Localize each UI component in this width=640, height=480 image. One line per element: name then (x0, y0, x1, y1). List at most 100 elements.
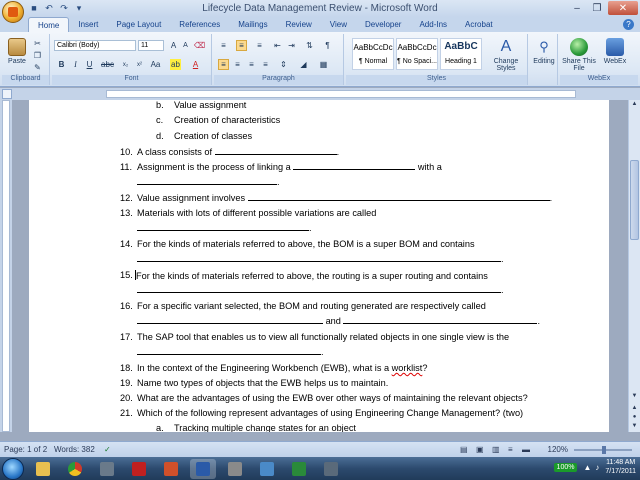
next-page-icon[interactable]: ▼ (630, 423, 639, 432)
web-layout-icon[interactable]: ▥ (492, 445, 500, 454)
item-d-num: d. (156, 131, 164, 141)
strikethrough-icon[interactable]: abc (101, 59, 114, 70)
word-count[interactable]: Words: 382 (54, 445, 95, 454)
print-layout-icon[interactable]: ▤ (460, 445, 468, 454)
align-center-icon[interactable]: ≡ (232, 59, 243, 70)
page-count[interactable]: Page: 1 of 2 (4, 445, 47, 454)
tab-view[interactable]: View (321, 17, 356, 32)
tab-page-layout[interactable]: Page Layout (107, 17, 170, 32)
webex-label: WebEx (560, 75, 638, 85)
scroll-down-icon[interactable]: ▼ (630, 393, 639, 402)
tab-mailings[interactable]: Mailings (229, 17, 276, 32)
bullets-icon[interactable]: ≡ (218, 40, 229, 51)
subscript-icon[interactable]: x₂ (120, 59, 131, 70)
maximize-button[interactable]: ❐ (588, 1, 606, 15)
shading-icon[interactable]: ◢ (298, 59, 309, 70)
vertical-scrollbar[interactable]: ▲ ▼ ▲ ● ▼ (628, 100, 640, 432)
browse-object-icon[interactable]: ● (630, 414, 639, 423)
taskbar-chrome[interactable] (62, 459, 88, 479)
horizontal-ruler[interactable] (0, 88, 640, 100)
full-screen-icon[interactable]: ▣ (476, 445, 484, 454)
align-left-icon[interactable]: ≡ (218, 59, 229, 70)
borders-icon[interactable]: ▦ (318, 59, 329, 70)
q19-text: Name two types of objects that the EWB h… (137, 378, 389, 388)
taskbar-explorer[interactable] (30, 459, 56, 479)
item-d-text: Creation of classes (174, 131, 253, 141)
highlight-icon[interactable]: ab (170, 59, 181, 70)
network-icon[interactable]: ▲ (583, 463, 591, 472)
prev-page-icon[interactable]: ▲ (630, 405, 639, 414)
copy-icon[interactable]: ❐ (32, 50, 43, 61)
scroll-thumb[interactable] (630, 160, 639, 240)
tab-developer[interactable]: Developer (356, 17, 410, 32)
editing-button[interactable]: ⚲ Editing (532, 38, 556, 65)
paste-button[interactable]: Paste (6, 38, 28, 65)
show-marks-icon[interactable]: ¶ (322, 40, 333, 51)
close-button[interactable]: ✕ (608, 1, 638, 15)
numbering-icon[interactable]: ≡ (236, 40, 247, 51)
tab-review[interactable]: Review (277, 17, 321, 32)
format-painter-icon[interactable]: ✎ (32, 62, 43, 73)
volume-icon[interactable]: ♪ (595, 463, 599, 472)
proofing-icon[interactable]: ✓ (104, 445, 111, 454)
taskbar-excel[interactable] (286, 459, 312, 479)
change-case-icon[interactable]: Aa (150, 59, 161, 70)
taskbar-tools[interactable] (222, 459, 248, 479)
align-right-icon[interactable]: ≡ (246, 59, 257, 70)
draft-icon[interactable]: ▬ (522, 445, 530, 454)
taskbar-powerpoint[interactable] (158, 459, 184, 479)
sort-icon[interactable]: ⇅ (304, 40, 315, 51)
tab-selector[interactable] (2, 89, 12, 99)
tab-acrobat[interactable]: Acrobat (456, 17, 502, 32)
scroll-up-icon[interactable]: ▲ (630, 101, 639, 110)
webex-button-label: WebEx (603, 58, 627, 65)
window-title: Lifecycle Data Management Review - Micro… (202, 3, 438, 14)
taskbar-app-8[interactable] (254, 459, 280, 479)
taskbar-app-3[interactable] (94, 459, 120, 479)
multilevel-list-icon[interactable]: ≡ (254, 40, 265, 51)
increase-indent-icon[interactable]: ⇥ (286, 40, 297, 51)
italic-icon[interactable]: I (70, 59, 81, 70)
taskbar-app-10[interactable] (318, 459, 344, 479)
font-size-combo[interactable]: 11 (138, 40, 164, 51)
minimize-button[interactable]: – (568, 1, 586, 15)
bold-icon[interactable]: B (56, 59, 67, 70)
q17-num: 17. (120, 332, 133, 342)
folder-icon (36, 461, 50, 476)
style-normal[interactable]: AaBbCcDc ¶ Normal (352, 38, 394, 70)
tab-references[interactable]: References (170, 17, 229, 32)
tab-add-ins[interactable]: Add-Ins (410, 17, 456, 32)
font-name-combo[interactable]: Calibri (Body) (54, 40, 136, 51)
style-no-spacing[interactable]: AaBbCcDc ¶ No Spaci... (396, 38, 438, 70)
grow-font-icon[interactable]: A (168, 40, 179, 51)
clock[interactable]: 11:48 AM 7/17/2011 (605, 458, 636, 476)
start-button[interactable] (2, 457, 24, 480)
outline-icon[interactable]: ≡ (508, 445, 513, 454)
zoom-level[interactable]: 120% (548, 445, 568, 454)
office-button[interactable] (2, 1, 24, 23)
style-no-spacing-sample: AaBbCcDc (397, 43, 437, 52)
help-icon[interactable]: ? (623, 19, 634, 30)
style-heading-1[interactable]: AaBbC Heading 1 (440, 38, 482, 70)
change-styles-button[interactable]: A Change Styles (488, 38, 524, 72)
tab-insert[interactable]: Insert (69, 17, 107, 32)
clear-format-icon[interactable]: ⌫ (194, 40, 205, 51)
document-page[interactable]: b. Value assignment c. Creation of chara… (29, 100, 609, 432)
justify-icon[interactable]: ≡ (260, 59, 271, 70)
underline-icon[interactable]: U (84, 59, 95, 70)
tab-home[interactable]: Home (28, 17, 70, 32)
decrease-indent-icon[interactable]: ⇤ (272, 40, 283, 51)
line-spacing-icon[interactable]: ⇕ (278, 59, 289, 70)
taskbar-word[interactable] (190, 458, 216, 479)
battery-indicator[interactable]: 100% (553, 462, 578, 472)
zoom-slider[interactable] (574, 446, 632, 454)
cut-icon[interactable]: ✂ (32, 38, 43, 49)
font-color-icon[interactable]: A (190, 59, 201, 70)
webex-button[interactable]: WebEx (598, 38, 632, 65)
share-file-button[interactable]: Share This File (562, 38, 596, 72)
q21-num: 21. (120, 408, 133, 418)
zoom-slider-handle[interactable] (602, 446, 606, 454)
shrink-font-icon[interactable]: A (180, 40, 191, 51)
superscript-icon[interactable]: x² (134, 59, 145, 70)
taskbar-acrobat[interactable] (126, 459, 152, 479)
